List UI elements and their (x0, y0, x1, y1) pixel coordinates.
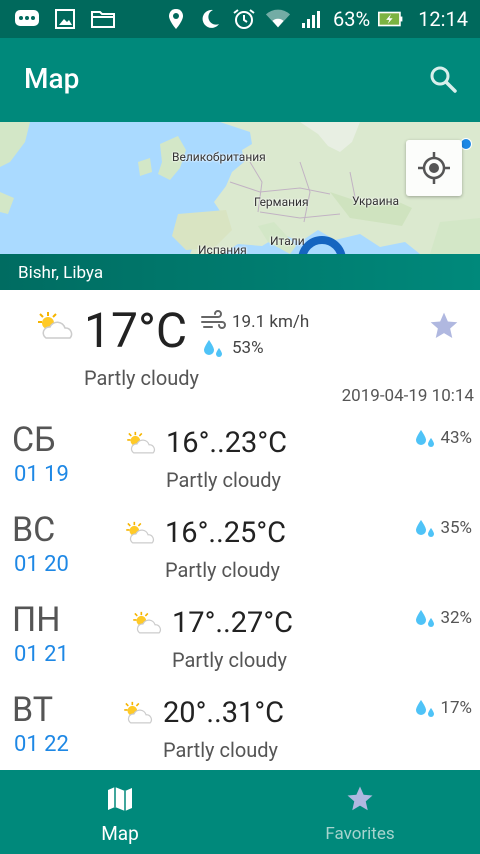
forecast-temp: 20°..31°C (163, 696, 285, 730)
nav-map-tab[interactable]: Map (0, 770, 240, 854)
my-location-button[interactable] (406, 140, 462, 196)
map-label-germany: Германия (254, 195, 309, 209)
partly-cloudy-icon (123, 520, 157, 548)
folder-icon (90, 8, 116, 30)
forecast-precipitation: 43% (440, 428, 472, 448)
forecast-temp: 16°..25°C (165, 516, 287, 550)
forecast-temp: 17°..27°C (172, 606, 294, 640)
bottom-navigation: Map Favorites (0, 770, 480, 854)
forecast-date: 01 21 (14, 642, 69, 667)
forecast-day: ВС (12, 510, 56, 550)
forecast-day: ПН (12, 600, 61, 640)
map-label-uk: Великобритания (172, 150, 266, 164)
forecast-desc: Partly cloudy (166, 468, 281, 492)
precipitation-icon (414, 428, 438, 450)
partly-cloudy-icon (34, 310, 76, 344)
map-label-ukraine: Украина (352, 194, 400, 208)
status-time: 12:14 (418, 7, 468, 31)
my-location-icon (418, 152, 450, 184)
app-bar: Map (0, 38, 480, 122)
current-description: Partly cloudy (84, 366, 199, 390)
partly-cloudy-icon (121, 700, 155, 728)
wind-icon (200, 310, 226, 334)
nav-map-label: Map (101, 822, 139, 845)
map-label-italy: Итали (270, 234, 305, 248)
precipitation-icon (414, 698, 438, 720)
forecast-temp: 16°..23°C (166, 426, 288, 460)
humidity-icon (202, 338, 226, 360)
map-icon (105, 784, 135, 814)
map-label-spain: Испания (198, 243, 247, 254)
search-icon[interactable] (428, 64, 458, 94)
forecast-row[interactable]: ВС 01 20 16°..25°C Partly cloudy 35% (0, 510, 480, 600)
status-bar: 63% 12:14 (0, 0, 480, 38)
forecast-desc: Partly cloudy (163, 738, 278, 762)
nav-favorites-label: Favorites (325, 824, 395, 844)
partly-cloudy-icon (130, 610, 164, 638)
forecast-row[interactable]: ВТ 01 22 20°..31°C Partly cloudy 17% (0, 690, 480, 780)
forecast-precipitation: 35% (440, 518, 472, 538)
map-view[interactable]: Великобритания Германия Украина Испания … (0, 122, 480, 254)
current-weather: 17°C 19.1 km/h 53% Partly cloudy 2019-04… (0, 290, 480, 410)
alarm-icon (231, 8, 257, 30)
precipitation-icon (414, 608, 438, 630)
wifi-icon (265, 8, 291, 30)
page-title: Map (24, 62, 80, 95)
forecast-desc: Partly cloudy (172, 648, 287, 672)
current-temperature: 17°C (84, 302, 188, 359)
precipitation-icon (414, 518, 438, 540)
forecast-day: СБ (12, 420, 56, 460)
location-name: Bishr, Libya (0, 254, 480, 290)
messages-icon (14, 8, 40, 30)
updated-timestamp: 2019-04-19 10:14 (341, 386, 474, 406)
forecast-precipitation: 32% (440, 608, 472, 628)
forecast-desc: Partly cloudy (165, 558, 280, 582)
battery-percent: 63% (333, 7, 371, 31)
location-icon (163, 8, 189, 30)
forecast-row[interactable]: СБ 01 19 16°..23°C Partly cloudy 43% (0, 420, 480, 510)
forecast-row[interactable]: ПН 01 21 17°..27°C Partly cloudy 32% (0, 600, 480, 690)
star-icon (345, 784, 375, 814)
forecast-date: 01 22 (14, 732, 69, 757)
favorite-star-icon[interactable] (428, 310, 460, 342)
battery-charging-icon (378, 8, 404, 30)
forecast-day: ВТ (12, 690, 54, 730)
partly-cloudy-icon (124, 430, 158, 458)
nav-favorites-tab[interactable]: Favorites (240, 770, 480, 854)
signal-icon (299, 8, 325, 30)
humidity-value: 53% (232, 338, 264, 358)
wind-speed: 19.1 km/h (232, 312, 310, 332)
forecast-precipitation: 17% (440, 698, 472, 718)
forecast-date: 01 19 (14, 462, 69, 487)
forecast-date: 01 20 (14, 552, 69, 577)
do-not-disturb-icon (197, 8, 223, 30)
gallery-icon (52, 8, 78, 30)
